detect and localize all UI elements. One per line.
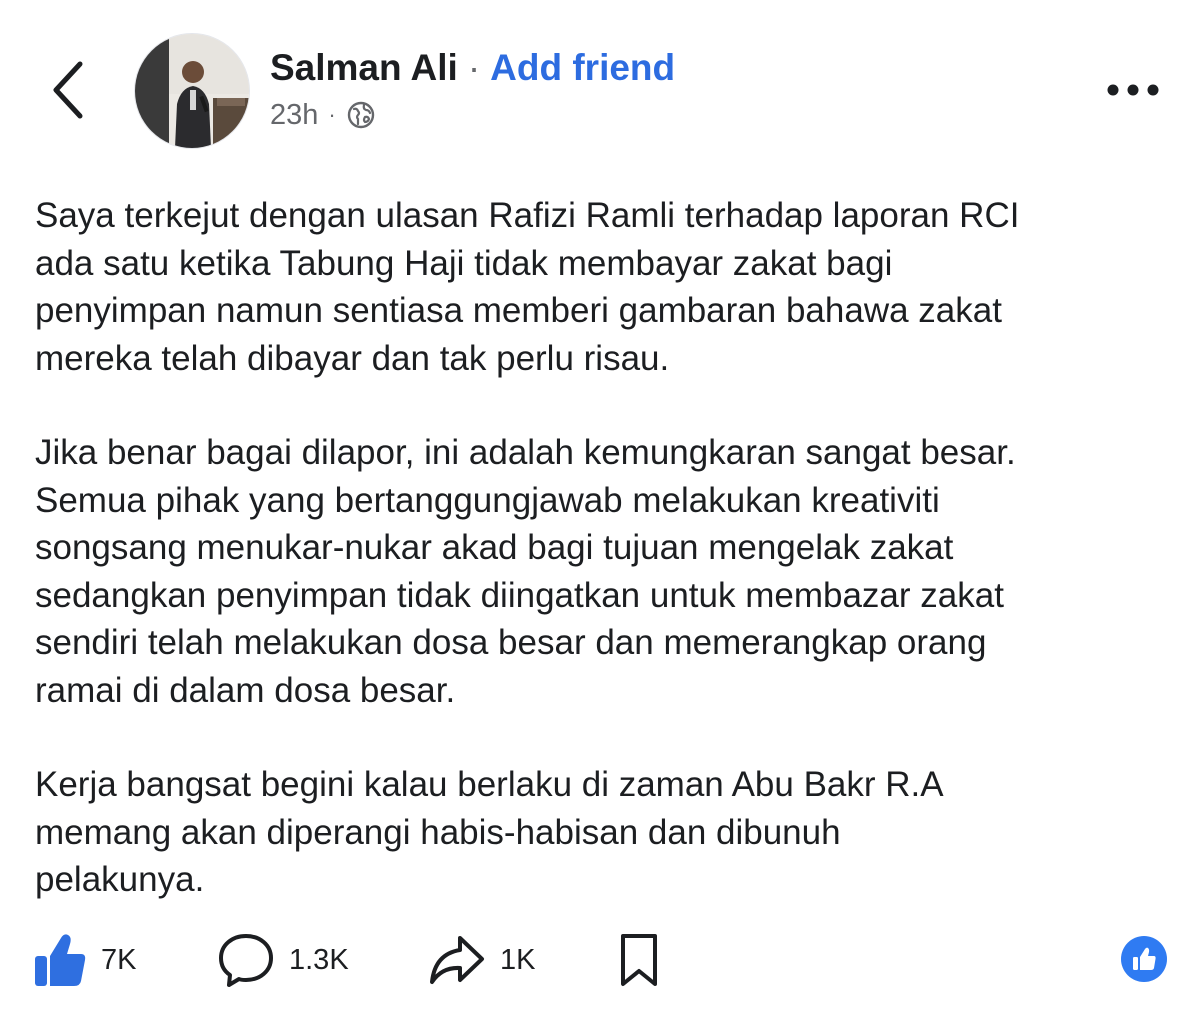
post-paragraph: Kerja bangsat begini kalau berlaku di za… bbox=[35, 765, 944, 899]
save-button[interactable] bbox=[618, 925, 660, 995]
share-button[interactable]: 1K bbox=[428, 925, 535, 995]
more-options-button[interactable] bbox=[1098, 70, 1168, 110]
like-button[interactable]: 7K bbox=[33, 925, 136, 995]
add-friend-button[interactable]: Add friend bbox=[490, 47, 675, 89]
back-button[interactable] bbox=[38, 50, 98, 130]
comment-bubble-icon bbox=[219, 934, 273, 987]
globe-icon bbox=[347, 101, 374, 129]
post-meta: 23h · bbox=[270, 94, 376, 136]
post-header: Salman Ali · Add friend 23h · bbox=[0, 0, 1200, 160]
like-reaction-icon bbox=[1133, 947, 1156, 970]
chevron-left-icon bbox=[53, 61, 83, 119]
meta-separator: · bbox=[328, 102, 336, 127]
comment-button[interactable]: 1.3K bbox=[217, 925, 349, 995]
reactions-summary[interactable] bbox=[1121, 936, 1167, 982]
like-count: 7K bbox=[101, 943, 137, 976]
bookmark-icon bbox=[621, 934, 657, 986]
post-text: Saya terkejut dengan ulasan Rafizi Ramli… bbox=[35, 192, 1180, 904]
thumbs-up-icon bbox=[35, 934, 86, 986]
comment-count: 1.3K bbox=[289, 943, 349, 976]
post-paragraph: Saya terkejut dengan ulasan Rafizi Ramli… bbox=[35, 196, 1020, 378]
author-avatar[interactable] bbox=[134, 33, 250, 149]
name-separator: · bbox=[467, 47, 481, 88]
share-arrow-icon bbox=[430, 936, 484, 984]
avatar-photo bbox=[135, 34, 249, 148]
action-bar: 7K 1.3K 1K bbox=[0, 925, 1200, 995]
author-row: Salman Ali · Add friend bbox=[270, 40, 675, 96]
post-timestamp[interactable]: 23h bbox=[270, 99, 318, 132]
more-horizontal-icon bbox=[1107, 84, 1159, 96]
share-count: 1K bbox=[500, 943, 536, 976]
author-name[interactable]: Salman Ali bbox=[270, 47, 458, 89]
post-paragraph: Jika benar bagai dilapor, ini adalah kem… bbox=[35, 433, 1016, 710]
